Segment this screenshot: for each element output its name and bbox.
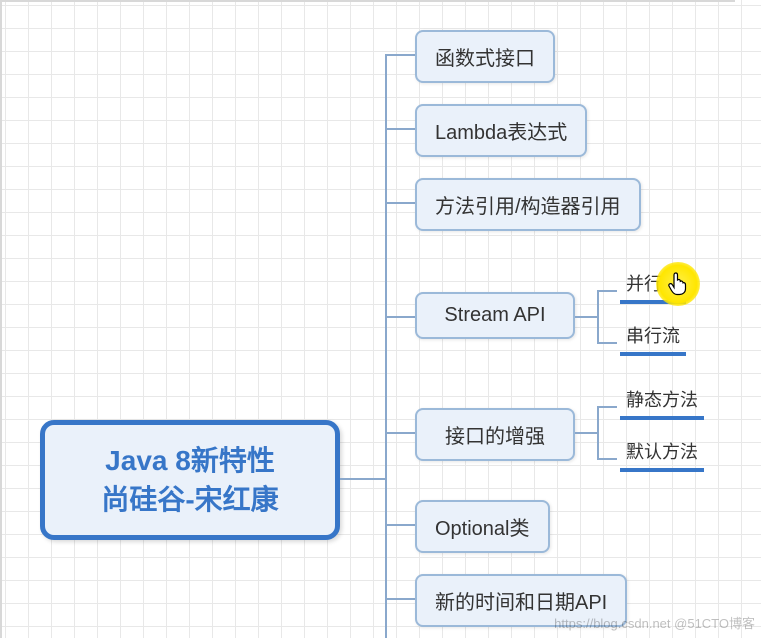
connector-c5: [385, 524, 415, 526]
child-label: 新的时间和日期API: [435, 586, 607, 615]
connector-c3-v: [597, 290, 599, 342]
child-label: Stream API: [444, 304, 545, 327]
connector-c4-h: [575, 432, 597, 434]
leaf-sequential-stream[interactable]: 串行流: [620, 322, 686, 356]
connector-c2: [385, 202, 415, 204]
leaf-static-method[interactable]: 静态方法: [620, 386, 704, 420]
canvas-frame: [0, 0, 735, 638]
root-line1: Java 8新特性: [105, 441, 275, 480]
connector-c4-l0: [597, 406, 617, 408]
hand-cursor-icon: [666, 272, 688, 296]
child-label: 函数式接口: [435, 42, 535, 71]
child-label: 方法引用/构造器引用: [435, 190, 621, 219]
connector-c3: [385, 316, 415, 318]
root-node[interactable]: Java 8新特性 尚硅谷-宋红康: [40, 420, 340, 540]
child-node-method-ref[interactable]: 方法引用/构造器引用: [415, 178, 641, 231]
connector-c3-h: [575, 316, 597, 318]
leaf-label: 默认方法: [626, 442, 698, 462]
child-label: Optional类: [435, 512, 530, 541]
connector-c3-l1: [597, 342, 617, 344]
child-node-stream-api[interactable]: Stream API: [415, 292, 575, 339]
child-node-lambda[interactable]: Lambda表达式: [415, 104, 587, 157]
connector-spine: [385, 54, 387, 638]
child-node-functional-interface[interactable]: 函数式接口: [415, 30, 555, 83]
leaf-label: 静态方法: [626, 390, 698, 410]
child-node-interface-enhance[interactable]: 接口的增强: [415, 408, 575, 461]
child-label: 接口的增强: [445, 420, 545, 449]
connector-c4-l1: [597, 458, 617, 460]
child-node-optional[interactable]: Optional类: [415, 500, 550, 553]
connector-c0: [385, 54, 415, 56]
connector-c3-l0: [597, 290, 617, 292]
root-line2: 尚硅谷-宋红康: [101, 480, 278, 519]
connector-c4: [385, 432, 415, 434]
leaf-default-method[interactable]: 默认方法: [620, 438, 704, 472]
child-label: Lambda表达式: [435, 116, 567, 145]
connector-c6: [385, 598, 415, 600]
connector-c1: [385, 128, 415, 130]
connector-root-trunk: [340, 478, 385, 480]
connector-c4-v: [597, 406, 599, 458]
leaf-label: 串行流: [626, 326, 680, 346]
watermark: https://blog.csdn.net @51CTO博客: [554, 613, 755, 632]
